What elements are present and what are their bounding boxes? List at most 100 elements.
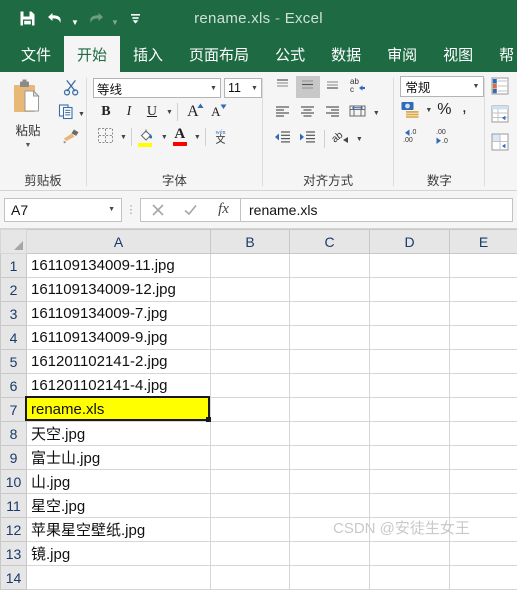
cell-c5[interactable]	[290, 350, 370, 374]
tab-home[interactable]: 开始	[64, 36, 120, 72]
formula-bar-grip[interactable]: ⋮	[122, 203, 140, 216]
underline-button[interactable]: U	[141, 101, 163, 123]
format-painter-button[interactable]	[61, 127, 81, 149]
cell-d5[interactable]	[370, 350, 450, 374]
cell-e13[interactable]	[450, 542, 517, 566]
merge-and-center-button[interactable]	[346, 102, 370, 124]
cell-a14[interactable]	[27, 566, 211, 590]
confirm-icon[interactable]	[174, 199, 207, 221]
customize-quick-access-icon[interactable]	[122, 5, 148, 31]
cell-c14[interactable]	[290, 566, 370, 590]
cell-d12[interactable]	[370, 518, 450, 542]
decrease-indent-button[interactable]	[271, 128, 295, 150]
cell-d3[interactable]	[370, 302, 450, 326]
cell-e4[interactable]	[450, 326, 517, 350]
cell-b9[interactable]	[211, 446, 290, 470]
row-header[interactable]: 3	[1, 302, 27, 326]
borders-button[interactable]	[95, 126, 117, 148]
column-header-d[interactable]: D	[370, 230, 450, 254]
number-format-dropdown-icon[interactable]: ▼	[470, 83, 479, 90]
align-bottom-button[interactable]	[321, 76, 345, 98]
cell-a12[interactable]: 苹果星空壁纸.jpg	[27, 518, 211, 542]
tab-insert[interactable]: 插入	[120, 36, 176, 72]
align-left-button[interactable]	[271, 102, 295, 124]
row-header[interactable]: 5	[1, 350, 27, 374]
cell-c10[interactable]	[290, 470, 370, 494]
cell-b10[interactable]	[211, 470, 290, 494]
cell-styles-button[interactable]	[490, 132, 517, 157]
row-header-selected[interactable]: 7	[1, 398, 27, 422]
font-name-dropdown-icon[interactable]: ▼	[208, 85, 217, 92]
phonetic-guide-button[interactable]: wén 文	[210, 126, 232, 148]
italic-button[interactable]: I	[118, 101, 140, 123]
redo-icon[interactable]	[82, 5, 108, 31]
cell-e3[interactable]	[450, 302, 517, 326]
cell-d10[interactable]	[370, 470, 450, 494]
copy-dropdown-icon[interactable]: ▼	[76, 111, 85, 118]
accounting-dropdown-icon[interactable]: ▼	[423, 107, 432, 114]
cell-c11[interactable]	[290, 494, 370, 518]
font-color-button[interactable]: A	[169, 126, 191, 148]
underline-dropdown-icon[interactable]: ▼	[164, 109, 173, 116]
increase-font-size-button[interactable]: A	[182, 101, 204, 123]
align-top-button[interactable]	[271, 76, 295, 98]
tab-help[interactable]: 帮	[486, 36, 517, 72]
cell-d9[interactable]	[370, 446, 450, 470]
accounting-format-button[interactable]	[400, 99, 421, 121]
cell-b1[interactable]	[211, 254, 290, 278]
align-center-button[interactable]	[296, 102, 320, 124]
cell-d14[interactable]	[370, 566, 450, 590]
formula-input[interactable]: rename.xls	[240, 198, 513, 222]
cell-b6[interactable]	[211, 374, 290, 398]
cell-c8[interactable]	[290, 422, 370, 446]
cell-b8[interactable]	[211, 422, 290, 446]
cell-b12[interactable]	[211, 518, 290, 542]
save-icon[interactable]	[14, 5, 40, 31]
cell-b3[interactable]	[211, 302, 290, 326]
name-box-dropdown-icon[interactable]: ▼	[106, 206, 115, 213]
row-header[interactable]: 11	[1, 494, 27, 518]
cancel-icon[interactable]	[141, 199, 174, 221]
orientation-dropdown-icon[interactable]: ▼	[354, 136, 363, 143]
bold-button[interactable]: B	[95, 101, 117, 123]
cell-a5[interactable]: 161201102141-2.jpg	[27, 350, 211, 374]
wrap-text-button[interactable]: ab c	[346, 76, 370, 98]
cell-c7[interactable]	[290, 398, 370, 422]
cell-d4[interactable]	[370, 326, 450, 350]
cell-c4[interactable]	[290, 326, 370, 350]
undo-icon[interactable]	[42, 5, 68, 31]
column-header-a[interactable]: A	[27, 230, 211, 254]
font-size-input[interactable]: 11 ▼	[224, 78, 262, 98]
cell-a8[interactable]: 天空.jpg	[27, 422, 211, 446]
cell-d2[interactable]	[370, 278, 450, 302]
cell-e8[interactable]	[450, 422, 517, 446]
cell-c6[interactable]	[290, 374, 370, 398]
select-all-corner[interactable]	[1, 230, 27, 254]
column-header-e[interactable]: E	[450, 230, 517, 254]
row-header[interactable]: 4	[1, 326, 27, 350]
column-header-c[interactable]: C	[290, 230, 370, 254]
percent-style-button[interactable]: %	[434, 99, 454, 121]
decrease-decimal-button[interactable]: .00 .0	[434, 125, 458, 147]
cell-d8[interactable]	[370, 422, 450, 446]
row-header[interactable]: 8	[1, 422, 27, 446]
tab-page-layout[interactable]: 页面布局	[176, 36, 262, 72]
cell-a10[interactable]: 山.jpg	[27, 470, 211, 494]
cell-a9[interactable]: 富士山.jpg	[27, 446, 211, 470]
cell-e9[interactable]	[450, 446, 517, 470]
cell-e6[interactable]	[450, 374, 517, 398]
cell-c2[interactable]	[290, 278, 370, 302]
fill-color-button[interactable]	[136, 126, 158, 148]
cell-e1[interactable]	[450, 254, 517, 278]
cell-a2[interactable]: 161109134009-12.jpg	[27, 278, 211, 302]
cell-e7[interactable]	[450, 398, 517, 422]
row-header[interactable]: 6	[1, 374, 27, 398]
cell-e2[interactable]	[450, 278, 517, 302]
font-size-dropdown-icon[interactable]: ▼	[249, 85, 258, 92]
comma-style-button[interactable]: ,	[456, 96, 472, 124]
font-color-dropdown-icon[interactable]: ▼	[192, 134, 201, 141]
tab-data[interactable]: 数据	[318, 36, 374, 72]
cell-a13[interactable]: 镜.jpg	[27, 542, 211, 566]
cell-e12[interactable]	[450, 518, 517, 542]
name-box[interactable]: A7 ▼	[4, 198, 122, 222]
